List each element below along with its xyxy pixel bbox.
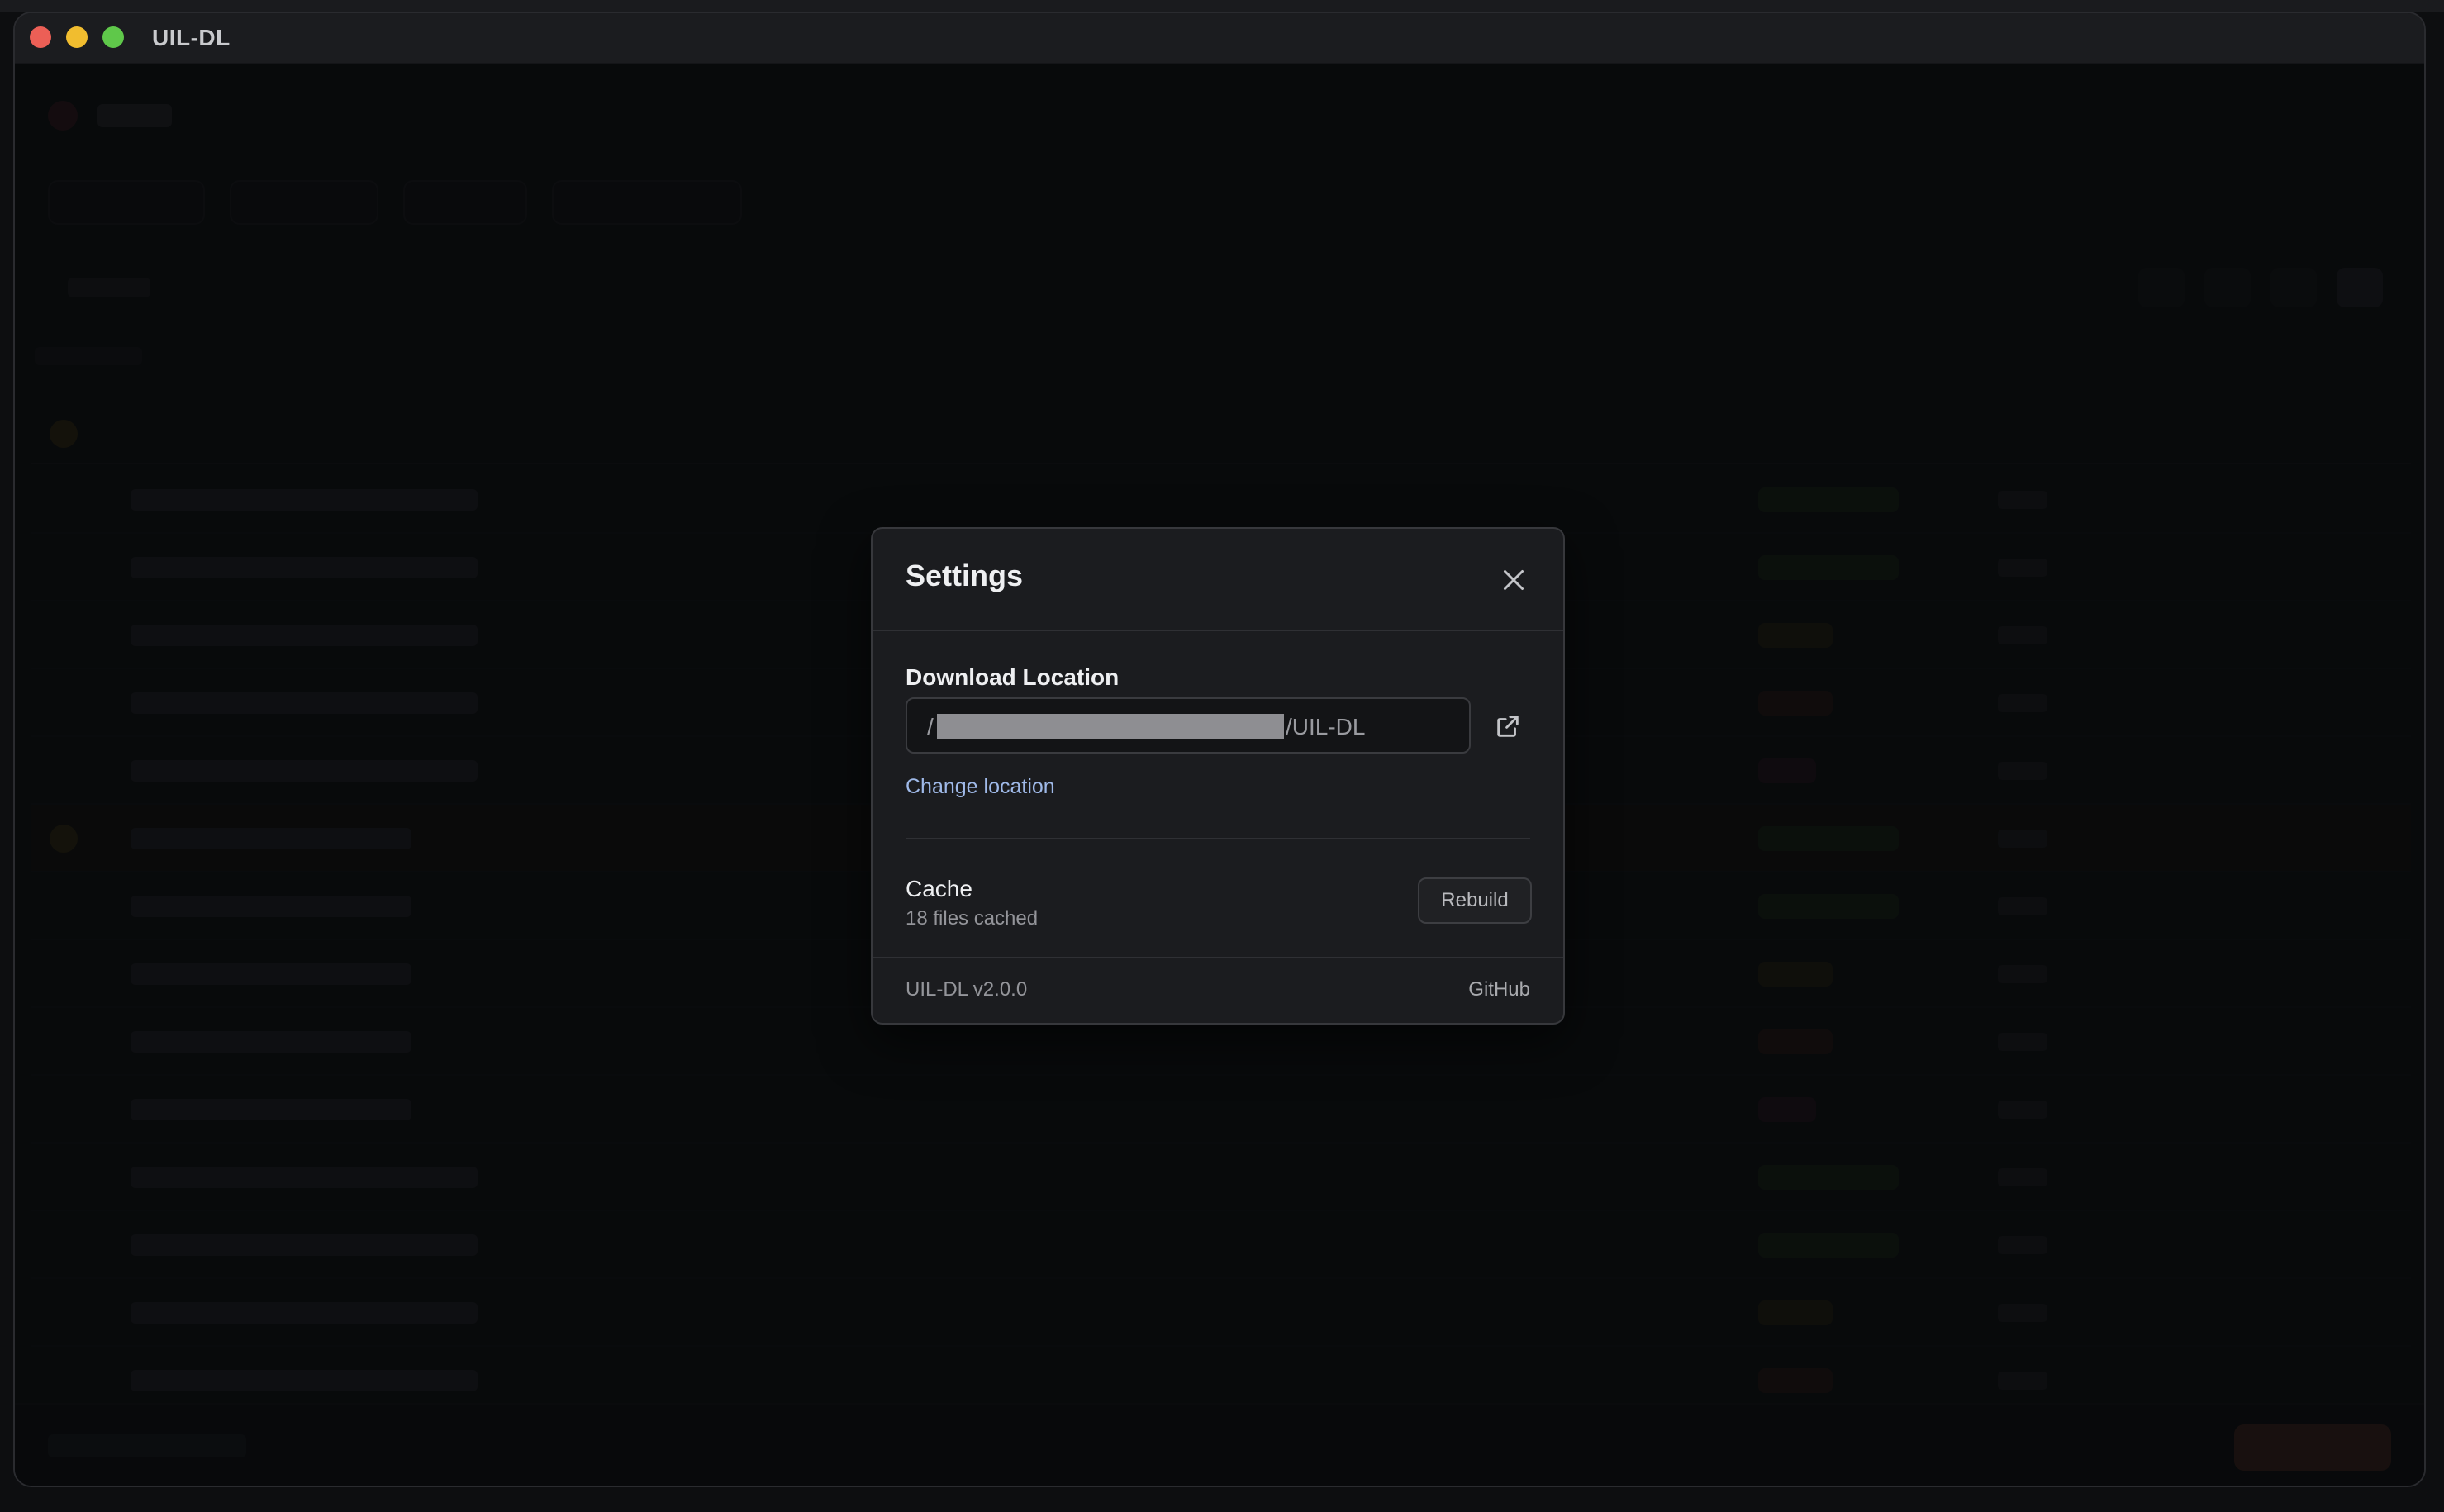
close-icon xyxy=(1504,570,1524,590)
external-link-icon[interactable] xyxy=(1494,712,1522,740)
path-prefix: / xyxy=(927,714,934,739)
dialog-header: Settings xyxy=(873,529,1563,631)
version-text: UIL-DL v2.0.0 xyxy=(906,978,1028,1001)
dialog-title: Settings xyxy=(906,559,1024,592)
close-button[interactable] xyxy=(1499,565,1529,595)
title-bar: UIL-DL xyxy=(15,13,2424,64)
window-close-button[interactable] xyxy=(30,26,51,48)
settings-dialog: Settings Download Location / /UIL-DL Cha… xyxy=(871,527,1565,1025)
github-link[interactable]: GitHub xyxy=(1468,978,1530,1001)
cache-label: Cache xyxy=(906,876,972,901)
section-divider xyxy=(906,838,1530,839)
path-suffix: /UIL-DL xyxy=(1286,714,1366,739)
window-title: UIL-DL xyxy=(152,25,231,50)
redacted-path-segment xyxy=(937,714,1284,739)
window-maximize-button[interactable] xyxy=(102,26,124,48)
dialog-footer: UIL-DL v2.0.0 GitHub xyxy=(873,957,1563,1023)
change-location-link[interactable]: Change location xyxy=(906,775,1055,799)
download-path-field[interactable]: / /UIL-DL xyxy=(906,697,1471,754)
rebuild-button[interactable]: Rebuild xyxy=(1418,877,1532,924)
desktop-top-strip xyxy=(0,0,2444,12)
cache-status: 18 files cached xyxy=(906,907,1039,930)
download-location-label: Download Location xyxy=(906,664,1120,690)
window-minimize-button[interactable] xyxy=(66,26,88,48)
